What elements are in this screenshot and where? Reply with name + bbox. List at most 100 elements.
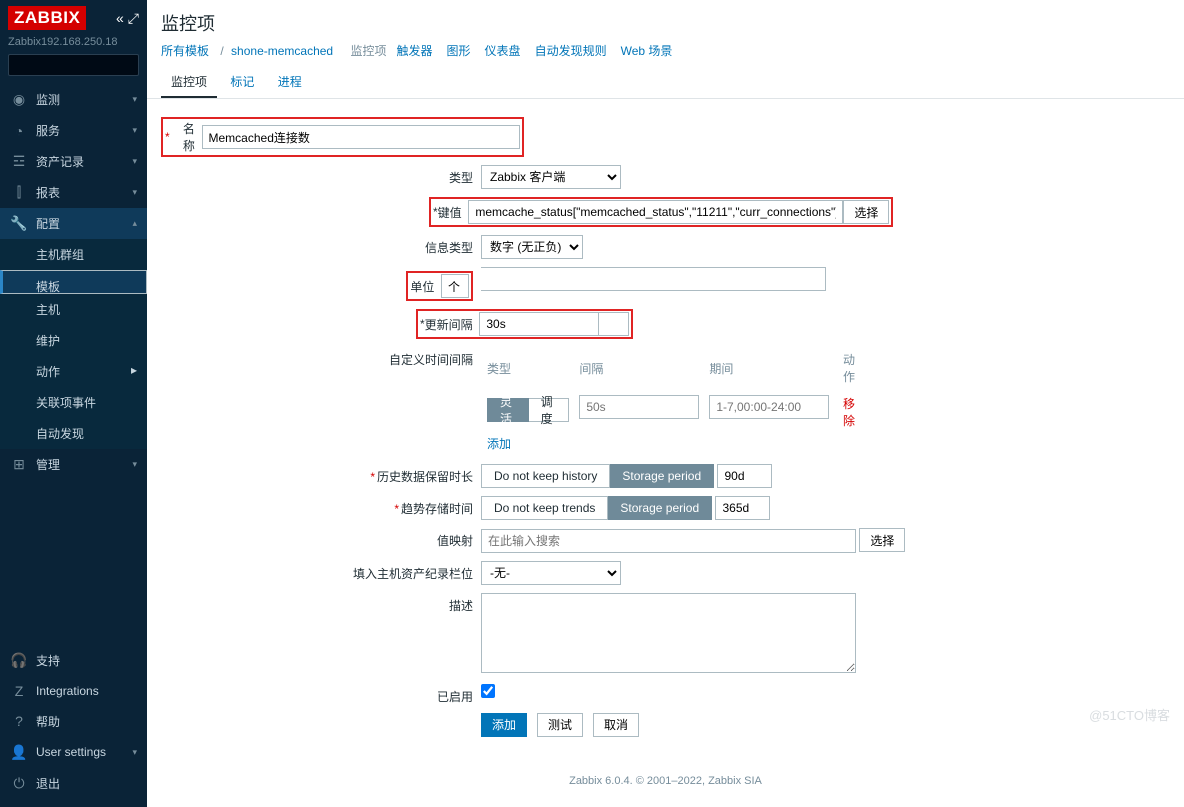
- inventory-select[interactable]: -无-: [481, 561, 621, 585]
- bc-template[interactable]: shone-memcached: [231, 44, 333, 58]
- grid-icon: ⊞: [10, 456, 28, 473]
- list-icon: ☲: [10, 153, 28, 170]
- history-value-input[interactable]: [717, 464, 772, 488]
- sub-hosts[interactable]: 主机: [0, 294, 147, 325]
- sub-actions[interactable]: 动作▸: [0, 356, 147, 387]
- tab-preproc[interactable]: 进程: [268, 67, 312, 96]
- sub-hostgroups[interactable]: 主机群组: [0, 239, 147, 270]
- breadcrumb: 所有模板 / shone-memcached 监控项 触发器 图形 仪表盘 自动…: [147, 42, 1184, 67]
- chevron-down-icon: ▾: [132, 187, 137, 198]
- chevron-right-icon: ▸: [131, 363, 137, 380]
- eye-icon: ◉: [10, 91, 28, 108]
- unit-rest: [481, 267, 826, 291]
- trend-value-input[interactable]: [715, 496, 770, 520]
- nav-main: ◉监测▾ ◔服务▾ ☲资产记录▾ ⫿报表▾ 🔧配置▴: [0, 84, 147, 239]
- sub-templates[interactable]: 模板: [0, 270, 147, 294]
- user-icon: 👤: [10, 744, 28, 761]
- ci-th-action: 动作: [835, 349, 859, 391]
- chevron-down-icon: ▾: [132, 747, 137, 758]
- history-toggle[interactable]: Do not keep history Storage period: [481, 464, 714, 488]
- bc-tab-dash[interactable]: 仪表盘: [485, 44, 521, 58]
- trend-label: 趋势存储时间: [401, 502, 473, 516]
- add-button[interactable]: 添加: [481, 713, 527, 737]
- tab-tags[interactable]: 标记: [220, 67, 264, 96]
- nav-user-settings[interactable]: 👤User settings▾: [0, 737, 147, 768]
- test-button[interactable]: 测试: [537, 713, 583, 737]
- key-input[interactable]: [468, 200, 843, 224]
- logo-row: ZABBIX «⤢: [0, 0, 147, 36]
- watermark: @51CTO博客: [1089, 705, 1170, 724]
- z-icon: Z: [10, 683, 28, 699]
- main: 监控项 所有模板 / shone-memcached 监控项 触发器 图形 仪表…: [147, 0, 1184, 807]
- enabled-checkbox[interactable]: [481, 684, 495, 698]
- bar-icon: ⫿: [10, 184, 28, 201]
- type-label: 类型: [449, 171, 473, 185]
- chevron-down-icon: ▾: [132, 156, 137, 167]
- cancel-button[interactable]: 取消: [593, 713, 639, 737]
- inventory-label: 填入主机资产纪录栏位: [353, 567, 473, 581]
- tab-item[interactable]: 监控项: [161, 67, 217, 98]
- type-select[interactable]: Zabbix 客户端: [481, 165, 621, 189]
- logo: ZABBIX: [8, 6, 86, 30]
- name-input[interactable]: [202, 125, 521, 149]
- nav-inventory[interactable]: ☲资产记录▾: [0, 146, 147, 177]
- nav-logout[interactable]: ⏻退出: [0, 768, 147, 799]
- history-label: 历史数据保留时长: [377, 470, 473, 484]
- chevron-down-icon: ▾: [132, 459, 137, 470]
- valuemap-input[interactable]: [481, 529, 856, 553]
- interval-input[interactable]: [479, 312, 599, 336]
- trend-toggle[interactable]: Do not keep trends Storage period: [481, 496, 712, 520]
- bc-tab-web[interactable]: Web 场景: [621, 44, 673, 58]
- clock-icon: ◔: [10, 123, 28, 139]
- wrench-icon: 🔧: [10, 215, 28, 232]
- nav-services[interactable]: ◔服务▾: [0, 115, 147, 146]
- info-type-label: 信息类型: [425, 241, 473, 255]
- custom-interval-label: 自定义时间间隔: [389, 353, 473, 367]
- ci-type-toggle[interactable]: 灵活 调度: [487, 398, 569, 422]
- bc-tab-items[interactable]: 监控项: [350, 44, 386, 58]
- valuemap-select-button[interactable]: 选择: [859, 528, 905, 552]
- ci-add-link[interactable]: 添加: [487, 437, 511, 451]
- nav-support[interactable]: 🎧支持: [0, 645, 147, 676]
- ci-th-period: 期间: [705, 349, 833, 391]
- key-select-button[interactable]: 选择: [843, 200, 889, 224]
- unit-input[interactable]: [441, 274, 469, 298]
- ci-interval-input[interactable]: [579, 395, 699, 419]
- page-title: 监控项: [147, 0, 1184, 42]
- nav-admin[interactable]: ⊞管理▾: [0, 449, 147, 480]
- bc-tab-discovery[interactable]: 自动发现规则: [535, 44, 607, 58]
- question-icon: ?: [10, 713, 28, 729]
- power-icon: ⏻: [10, 775, 28, 792]
- desc-label: 描述: [449, 599, 473, 613]
- search-input[interactable]: 🔍: [8, 54, 139, 76]
- valuemap-label: 值映射: [437, 534, 473, 548]
- nav-monitoring[interactable]: ◉监测▾: [0, 84, 147, 115]
- ci-remove-link[interactable]: 移除: [843, 397, 855, 428]
- key-label: 键值: [438, 204, 462, 221]
- sidebar: ZABBIX «⤢ Zabbix192.168.250.18 🔍 ◉监测▾ ◔服…: [0, 0, 147, 807]
- nav-reports[interactable]: ⫿报表▾: [0, 177, 147, 208]
- custom-interval-table: 类型 间隔 期间 动作 灵活 调度: [481, 347, 861, 456]
- chevron-down-icon: ▾: [132, 125, 137, 136]
- sub-discovery[interactable]: 自动发现: [0, 418, 147, 449]
- form: *名称 类型 Zabbix 客户端 *键值 选择 信息类型: [147, 99, 1184, 765]
- ci-period-input[interactable]: [709, 395, 829, 419]
- nav-help[interactable]: ?帮助: [0, 706, 147, 737]
- chevron-down-icon: ▾: [132, 94, 137, 105]
- bc-tab-graphs[interactable]: 图形: [447, 44, 471, 58]
- sub-correlation[interactable]: 关联项事件: [0, 387, 147, 418]
- bc-all-templates[interactable]: 所有模板: [161, 44, 209, 58]
- nav-integrations[interactable]: ZIntegrations: [0, 676, 147, 706]
- chevron-up-icon: ▴: [132, 218, 137, 229]
- ci-th-interval: 间隔: [575, 349, 703, 391]
- name-label: 名称: [172, 120, 195, 154]
- nav-configuration[interactable]: 🔧配置▴: [0, 208, 147, 239]
- headset-icon: 🎧: [10, 652, 28, 669]
- server-name: Zabbix192.168.250.18: [0, 36, 147, 54]
- collapse-icon[interactable]: «⤢: [116, 10, 139, 27]
- interval-label: 更新间隔: [425, 316, 473, 333]
- sub-maintenance[interactable]: 维护: [0, 325, 147, 356]
- desc-textarea[interactable]: [481, 593, 856, 673]
- bc-tab-triggers[interactable]: 触发器: [396, 44, 432, 58]
- info-type-select[interactable]: 数字 (无正负): [481, 235, 583, 259]
